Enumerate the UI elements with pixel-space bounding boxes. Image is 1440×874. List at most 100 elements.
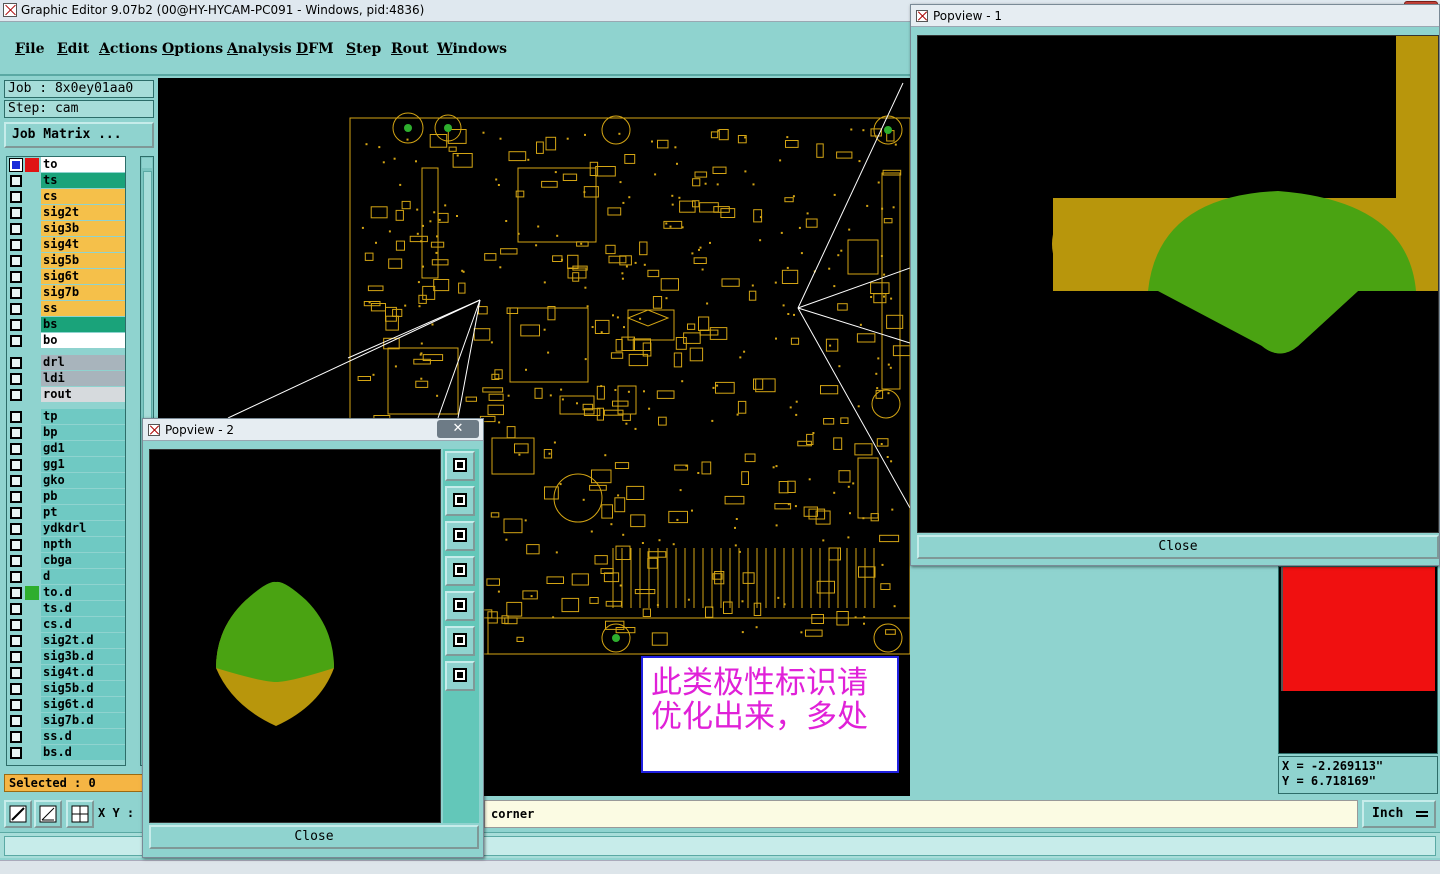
job-matrix-button[interactable]: Job Matrix ...	[4, 122, 154, 148]
layer-row-tp[interactable]: tp	[7, 409, 125, 425]
layer-name[interactable]: ydkdrl	[41, 521, 125, 536]
layer-row-sig4t[interactable]: sig4t	[7, 237, 125, 253]
layer-name[interactable]: sig6t	[41, 269, 125, 284]
layer-name[interactable]: sig5b.d	[41, 681, 125, 696]
layer-row-ts-d[interactable]: ts.d	[7, 601, 125, 617]
layer-name[interactable]: ss	[41, 301, 125, 316]
layer-checkbox[interactable]	[10, 207, 22, 219]
layer-checkbox[interactable]	[10, 411, 22, 423]
menu-dfm[interactable]: DFM	[296, 41, 334, 57]
layer-row-cbga[interactable]: cbga	[7, 553, 125, 569]
layer-checkbox[interactable]	[10, 335, 22, 347]
zoom-window-button[interactable]	[4, 800, 32, 828]
layer-name[interactable]: sig7b	[41, 285, 125, 300]
layer-checkbox[interactable]	[9, 158, 23, 172]
unit-select[interactable]: Inch	[1362, 800, 1436, 828]
layer-checkbox[interactable]	[10, 699, 22, 711]
layer-name[interactable]: to	[41, 157, 125, 172]
layer-name[interactable]: d	[41, 569, 125, 584]
layer-checkbox[interactable]	[10, 507, 22, 519]
menu-actions[interactable]: Actions	[99, 41, 158, 57]
layer-row-pt[interactable]: pt	[7, 505, 125, 521]
scroll-up-arrow-icon[interactable]	[142, 158, 152, 168]
layer-name[interactable]: sig7b.d	[41, 713, 125, 728]
pan-up-button[interactable]	[445, 486, 475, 516]
layer-row-d[interactable]: d	[7, 569, 125, 585]
layer-checkbox[interactable]	[10, 635, 22, 647]
layer-row-ss[interactable]: ss	[7, 301, 125, 317]
layer-name[interactable]: drl	[41, 355, 125, 370]
layer-name[interactable]: sig6t.d	[41, 697, 125, 712]
popview-2-close-icon[interactable]: ✕	[437, 420, 479, 438]
layer-row-sig7b-d[interactable]: sig7b.d	[7, 713, 125, 729]
popview-2-titlebar[interactable]: Popview - 2 ✕	[143, 419, 483, 441]
layer-checkbox[interactable]	[10, 175, 22, 187]
layer-checkbox[interactable]	[10, 191, 22, 203]
popview-2-canvas[interactable]	[149, 449, 441, 823]
layer-name[interactable]: sig2t.d	[41, 633, 125, 648]
layer-name[interactable]: cbga	[41, 553, 125, 568]
layer-row-ydkdrl[interactable]: ydkdrl	[7, 521, 125, 537]
menu-analysis[interactable]: Analysis	[227, 41, 292, 57]
layer-name[interactable]: cs	[41, 189, 125, 204]
pan-left-button[interactable]	[445, 556, 475, 586]
layer-checkbox[interactable]	[10, 491, 22, 503]
layer-name[interactable]: sig3b.d	[41, 649, 125, 664]
layer-row-pb[interactable]: pb	[7, 489, 125, 505]
layer-checkbox[interactable]	[10, 239, 22, 251]
layer-name[interactable]: cs.d	[41, 617, 125, 632]
layer-name[interactable]: sig5b	[41, 253, 125, 268]
layer-name[interactable]: bs	[41, 317, 125, 332]
layer-checkbox[interactable]	[10, 683, 22, 695]
layer-row-bo[interactable]: bo	[7, 333, 125, 349]
layer-checkbox[interactable]	[10, 271, 22, 283]
layer-row-sig3b[interactable]: sig3b	[7, 221, 125, 237]
layer-name[interactable]: ldi	[41, 371, 125, 386]
layer-color-swatch[interactable]	[25, 586, 39, 600]
layer-checkbox[interactable]	[10, 475, 22, 487]
overview-map[interactable]	[1278, 566, 1438, 754]
layer-checkbox[interactable]	[10, 357, 22, 369]
layer-checkbox[interactable]	[10, 373, 22, 385]
layer-checkbox[interactable]	[10, 715, 22, 727]
layer-checkbox[interactable]	[10, 319, 22, 331]
layer-row-sig2t-d[interactable]: sig2t.d	[7, 633, 125, 649]
layer-row-npth[interactable]: npth	[7, 537, 125, 553]
layer-row-cs-d[interactable]: cs.d	[7, 617, 125, 633]
layer-row-to[interactable]: to	[7, 157, 125, 173]
layer-name[interactable]: bs.d	[41, 745, 125, 760]
menu-edit[interactable]: Edit	[57, 41, 89, 57]
layer-checkbox[interactable]	[10, 651, 22, 663]
popview-1-titlebar[interactable]: Popview - 1	[911, 5, 1439, 27]
layer-row-bs-d[interactable]: bs.d	[7, 745, 125, 761]
layer-row-gko[interactable]: gko	[7, 473, 125, 489]
layer-name[interactable]: to.d	[41, 585, 125, 600]
layer-row-sig3b-d[interactable]: sig3b.d	[7, 649, 125, 665]
pan-down-button[interactable]	[445, 521, 475, 551]
zoom-out-button[interactable]	[445, 661, 475, 691]
pan-right-button[interactable]	[445, 591, 475, 621]
grid-button[interactable]	[66, 800, 94, 828]
layer-checkbox[interactable]	[10, 523, 22, 535]
layer-row-gg1[interactable]: gg1	[7, 457, 125, 473]
layer-checkbox[interactable]	[10, 587, 22, 599]
layer-name[interactable]: bp	[41, 425, 125, 440]
layer-name[interactable]: ts.d	[41, 601, 125, 616]
popview-1-close-button[interactable]: Close	[917, 535, 1439, 559]
layer-name[interactable]: gg1	[41, 457, 125, 472]
layer-row-ts[interactable]: ts	[7, 173, 125, 189]
layer-checkbox[interactable]	[10, 255, 22, 267]
command-line[interactable]: corner	[484, 800, 1358, 828]
zoom-home-button[interactable]	[445, 451, 475, 481]
layer-row-sig5b[interactable]: sig5b	[7, 253, 125, 269]
layer-name[interactable]: pb	[41, 489, 125, 504]
menu-windows[interactable]: Windows	[437, 41, 507, 57]
layer-row-rout[interactable]: rout	[7, 387, 125, 403]
layer-row-sig4t-d[interactable]: sig4t.d	[7, 665, 125, 681]
layer-name[interactable]: sig3b	[41, 221, 125, 236]
layer-name[interactable]: sig2t	[41, 205, 125, 220]
layer-row-sig7b[interactable]: sig7b	[7, 285, 125, 301]
layer-name[interactable]: tp	[41, 409, 125, 424]
layer-checkbox[interactable]	[10, 459, 22, 471]
layer-name[interactable]: bo	[41, 333, 125, 348]
